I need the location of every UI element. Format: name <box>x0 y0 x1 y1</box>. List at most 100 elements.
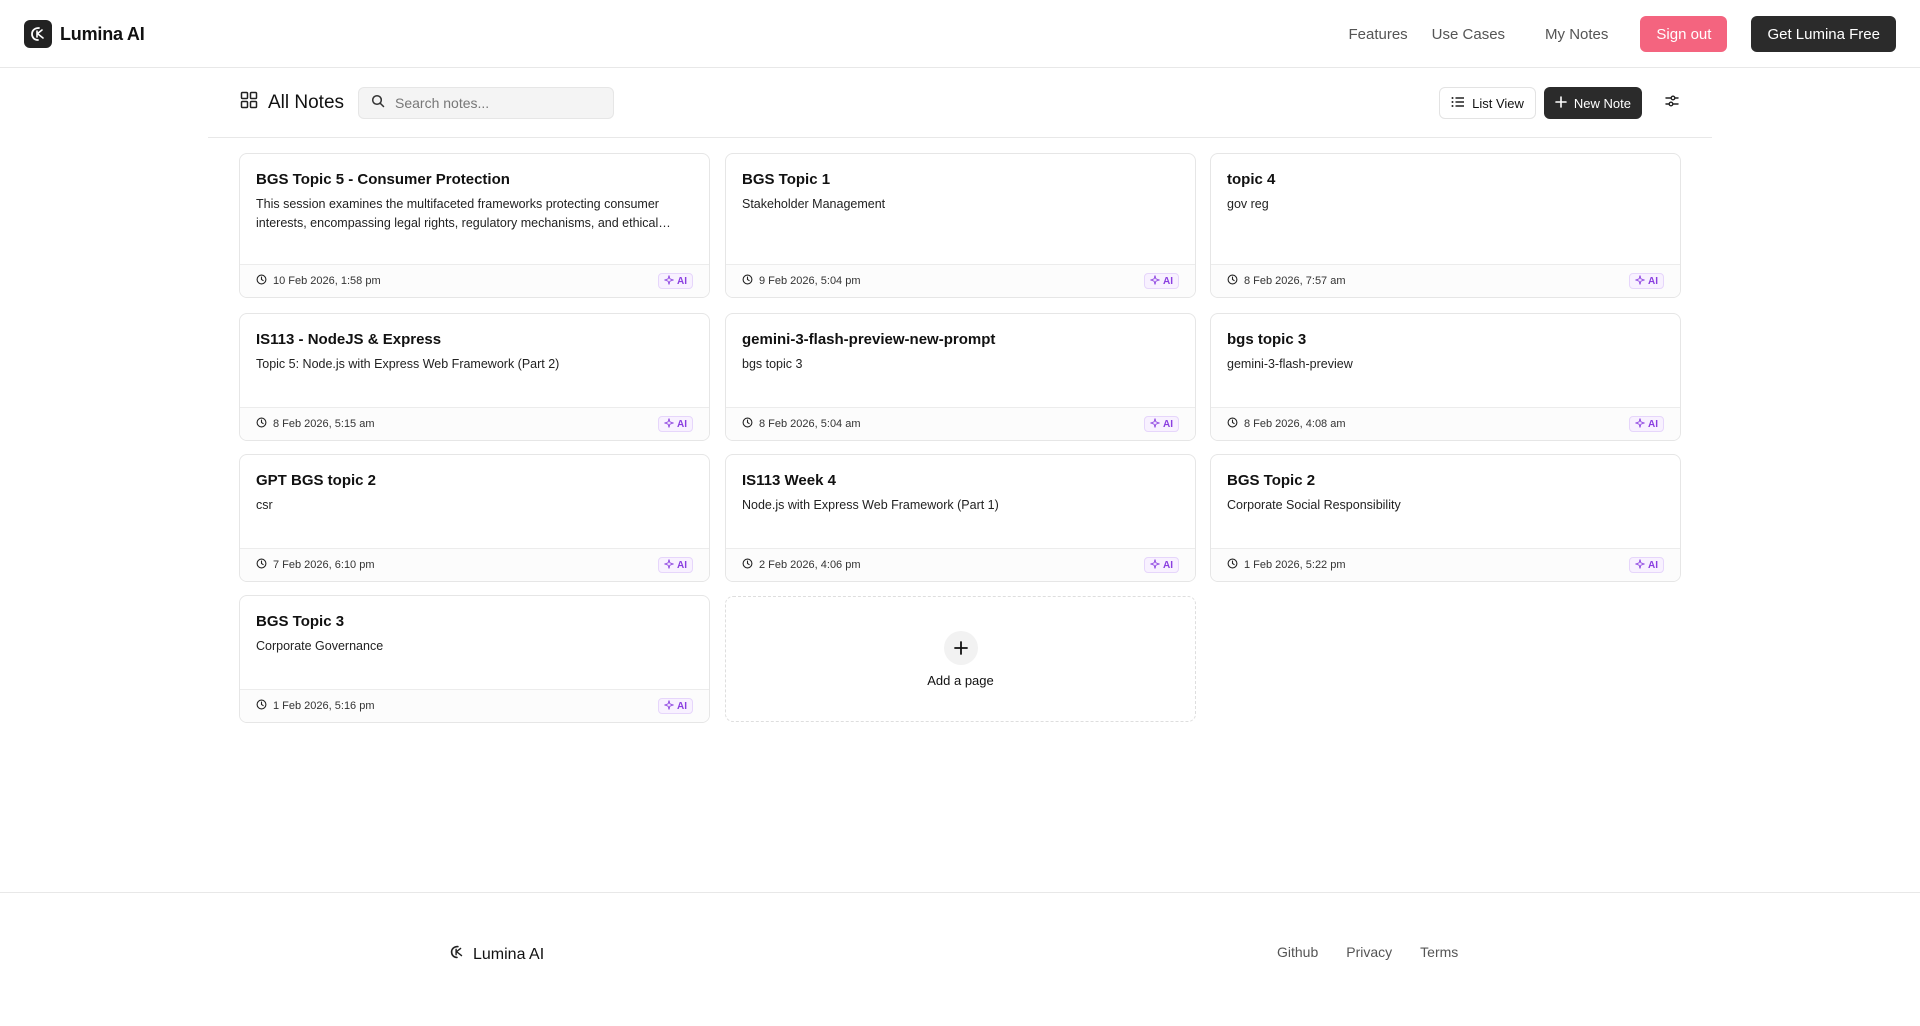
note-description: gemini-3-flash-preview <box>1227 357 1353 371</box>
toolbar-actions: List View New Note <box>1439 87 1688 119</box>
note-title: GPT BGS topic 2 <box>256 472 377 489</box>
list-icon <box>1451 95 1465 112</box>
note-card[interactable]: BGS Topic 3 Corporate Governance 1 Feb 202… <box>239 595 710 723</box>
add-page-label: Add a page <box>927 672 994 688</box>
note-description: This session examines the multifaceted f… <box>256 197 659 230</box>
ai-badge: AI <box>658 698 693 714</box>
note-card[interactable]: gemini-3-flash-preview-new-prompt bgs top… <box>725 313 1196 441</box>
footer: Lumina AI Github Privacy Terms <box>0 892 1920 1026</box>
note-card-body: GPT BGS topic 2 csr <box>240 455 709 515</box>
note-footer: 1 Feb 2026, 5:22 pm AI <box>1211 548 1680 581</box>
ai-badge-label: AI <box>677 559 687 571</box>
sparkle-icon <box>1634 558 1646 572</box>
brand[interactable]: Lumina AI <box>24 20 145 48</box>
clock-icon <box>742 556 753 574</box>
note-card-body: IS113 Week 4 Node.js with Express Web Fra… <box>726 455 1195 515</box>
note-title: BGS Topic 3 <box>256 613 345 630</box>
search-box[interactable] <box>358 87 614 119</box>
brand-name: Lumina AI <box>60 23 145 44</box>
ai-badge: AI <box>1629 416 1664 432</box>
note-description: Stakeholder Management <box>742 197 886 211</box>
footer-link-privacy[interactable]: Privacy <box>1346 944 1392 960</box>
filter-icon <box>1664 93 1680 114</box>
ai-badge: AI <box>1144 273 1179 289</box>
get-lumina-free-button[interactable]: Get Lumina Free <box>1751 16 1896 52</box>
sparkle-icon <box>663 274 675 288</box>
nav-my-notes[interactable]: My Notes <box>1545 26 1608 43</box>
footer-link-terms[interactable]: Terms <box>1420 944 1458 960</box>
footer-brand[interactable]: Lumina AI <box>448 943 544 966</box>
note-card[interactable]: BGS Topic 2 Corporate Social Responsibili… <box>1210 454 1681 582</box>
note-date: 8 Feb 2026, 5:15 am <box>273 418 375 430</box>
footer-link-github[interactable]: Github <box>1277 944 1318 960</box>
clock-icon <box>742 415 753 433</box>
list-view-button[interactable]: List View <box>1439 87 1536 119</box>
note-card[interactable]: IS113 - NodeJS & Express Topic 5: Node.js… <box>239 313 710 441</box>
new-note-button[interactable]: New Note <box>1543 87 1642 119</box>
ai-badge: AI <box>658 557 693 573</box>
ai-badge: AI <box>658 416 693 432</box>
notes-toolbar: All Notes List View New Note <box>208 69 1712 138</box>
sparkle-icon <box>1634 274 1646 288</box>
lumina-logo-icon <box>448 943 466 966</box>
sparkle-icon <box>663 417 675 431</box>
ai-badge-label: AI <box>1163 418 1173 430</box>
note-date: 8 Feb 2026, 7:57 am <box>1244 275 1346 287</box>
note-card-body: BGS Topic 5 - Consumer Protection This se… <box>240 154 709 233</box>
clock-icon <box>1227 415 1238 433</box>
note-footer: 8 Feb 2026, 5:04 am AI <box>726 407 1195 440</box>
clock-icon <box>256 272 267 290</box>
ai-badge-label: AI <box>1163 559 1173 571</box>
note-description: Corporate Governance <box>256 639 384 653</box>
sparkle-icon <box>663 699 675 713</box>
nav-use-cases[interactable]: Use Cases <box>1432 26 1505 43</box>
search-input[interactable] <box>395 95 595 111</box>
note-footer: 10 Feb 2026, 1:58 pm AI <box>240 264 709 297</box>
note-title: BGS Topic 1 <box>742 171 831 188</box>
note-date: 8 Feb 2026, 5:04 am <box>759 418 861 430</box>
note-description: Corporate Social Responsibility <box>1227 498 1401 512</box>
clock-icon <box>1227 556 1238 574</box>
clock-icon <box>256 697 267 715</box>
note-date: 1 Feb 2026, 5:16 pm <box>273 700 375 712</box>
plus-circle-icon <box>943 630 978 665</box>
sparkle-icon <box>663 558 675 572</box>
note-footer: 8 Feb 2026, 7:57 am AI <box>1211 264 1680 297</box>
clock-icon <box>256 556 267 574</box>
note-card-body: BGS Topic 1 Stakeholder Management <box>726 154 1195 214</box>
note-footer: 2 Feb 2026, 4:06 pm AI <box>726 548 1195 581</box>
note-footer: 1 Feb 2026, 5:16 pm AI <box>240 689 709 722</box>
note-card[interactable]: topic 4 gov reg 8 Feb 2026, 7:57 am AI <box>1210 153 1681 298</box>
note-date: 1 Feb 2026, 5:22 pm <box>1244 559 1346 571</box>
note-card-body: gemini-3-flash-preview-new-prompt bgs top… <box>726 314 1195 374</box>
note-date: 8 Feb 2026, 4:08 am <box>1244 418 1346 430</box>
ai-badge-label: AI <box>677 700 687 712</box>
ai-badge-label: AI <box>1648 559 1658 571</box>
new-note-label: New Note <box>1573 95 1631 111</box>
clock-icon <box>742 272 753 290</box>
list-view-label: List View <box>1472 95 1524 111</box>
filter-button[interactable] <box>1656 87 1688 119</box>
sign-out-button[interactable]: Sign out <box>1640 16 1728 52</box>
sparkle-icon <box>1149 417 1161 431</box>
note-description: csr <box>256 498 273 512</box>
note-card-body: IS113 - NodeJS & Express Topic 5: Node.js… <box>240 314 709 374</box>
note-title: gemini-3-flash-preview-new-prompt <box>742 331 996 348</box>
add-page-card[interactable]: Add a page <box>725 596 1196 722</box>
note-card[interactable]: BGS Topic 1 Stakeholder Management 9 Feb 2… <box>725 153 1196 298</box>
note-card[interactable]: bgs topic 3 gemini-3-flash-preview 8 Feb 2… <box>1210 313 1681 441</box>
nav-features[interactable]: Features <box>1348 26 1407 43</box>
ai-badge-label: AI <box>677 275 687 287</box>
note-card[interactable]: BGS Topic 5 - Consumer Protection This se… <box>239 153 710 298</box>
note-card[interactable]: IS113 Week 4 Node.js with Express Web Fra… <box>725 454 1196 582</box>
note-description: Topic 5: Node.js with Express Web Framew… <box>256 357 560 371</box>
note-description: bgs topic 3 <box>742 357 803 371</box>
note-card[interactable]: GPT BGS topic 2 csr 7 Feb 2026, 6:10 pm AI <box>239 454 710 582</box>
ai-badge: AI <box>1629 557 1664 573</box>
ai-badge: AI <box>1144 416 1179 432</box>
note-card-body: bgs topic 3 gemini-3-flash-preview <box>1211 314 1680 374</box>
note-footer: 7 Feb 2026, 6:10 pm AI <box>240 548 709 581</box>
footer-brand-name: Lumina AI <box>473 945 545 963</box>
plus-icon <box>1555 95 1567 111</box>
note-date: 10 Feb 2026, 1:58 pm <box>273 275 381 287</box>
